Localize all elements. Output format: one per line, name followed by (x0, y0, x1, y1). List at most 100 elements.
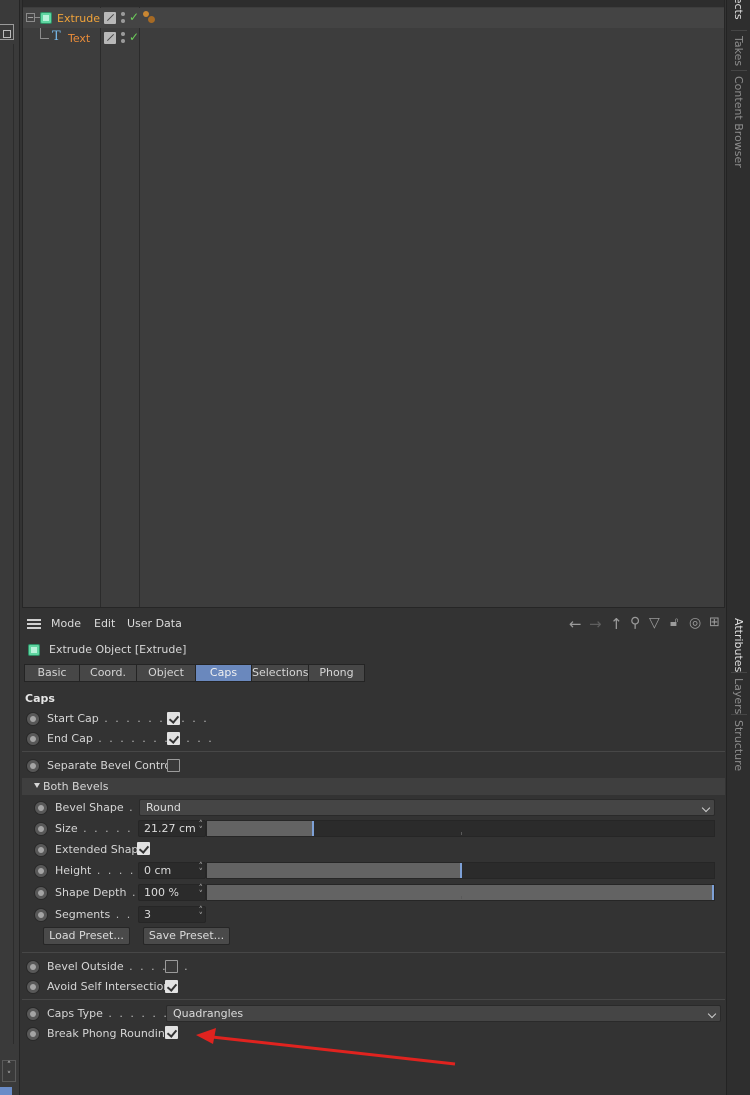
tab-structure[interactable]: Structure (732, 720, 745, 771)
animate-radio-icon[interactable] (26, 712, 40, 726)
end-cap-checkbox[interactable] (167, 732, 180, 745)
up-arrow-icon[interactable]: ↑ (610, 615, 623, 633)
break-phong-rounding-checkbox[interactable] (165, 1026, 178, 1039)
bevel-outside-text: Bevel Outside (47, 960, 124, 973)
menu-icon[interactable] (27, 619, 41, 629)
animate-radio-icon[interactable] (34, 864, 48, 878)
load-preset-button[interactable]: Load Preset... (43, 927, 130, 945)
extended-shape-checkbox[interactable] (137, 842, 150, 855)
back-arrow-icon[interactable]: ← (569, 615, 582, 633)
object-title-row: Extrude Object [Extrude] (22, 640, 725, 660)
animate-radio-icon[interactable] (34, 822, 48, 836)
filter-icon[interactable]: ▽ (649, 615, 660, 631)
animate-radio-icon[interactable] (26, 960, 40, 974)
object-manager[interactable]: − Extrude ✓ T Text ✓ (22, 0, 725, 608)
object-row-extrude[interactable]: − Extrude ✓ (23, 8, 724, 28)
segments-text: Segments (55, 908, 111, 921)
tab-basic[interactable]: Basic (24, 664, 79, 682)
expand-triangle-icon[interactable] (34, 783, 40, 788)
viewport-toggle-icon[interactable] (0, 24, 14, 40)
tab-coord[interactable]: Coord. (79, 664, 136, 682)
visibility-dots-icon[interactable] (121, 32, 129, 44)
tab-content-browser[interactable]: Content Browser (732, 76, 745, 168)
size-input[interactable]: 21.27 cm ˄ ˅ (138, 820, 206, 837)
bevel-shape-dropdown[interactable]: Round (139, 799, 715, 816)
height-slider[interactable] (206, 862, 715, 879)
collapse-toggle-icon[interactable]: − (26, 13, 35, 22)
tab-object[interactable]: Object (136, 664, 195, 682)
scroll-stepper-icon[interactable]: ˄ ˅ (2, 1060, 16, 1082)
start-cap-text: Start Cap (47, 712, 99, 725)
animate-radio-icon[interactable] (26, 980, 40, 994)
spinner-arrows-icon[interactable]: ˄ ˅ (199, 885, 204, 900)
menu-edit[interactable]: Edit (94, 617, 115, 630)
tab-takes[interactable]: Takes (732, 36, 745, 66)
visibility-dots-icon[interactable] (121, 12, 129, 24)
start-cap-checkbox[interactable] (167, 712, 180, 725)
tab-selections[interactable]: Selections (251, 664, 308, 682)
lock-icon[interactable]: 🔓︎ (670, 615, 678, 630)
menu-mode[interactable]: Mode (51, 617, 81, 630)
viewport-edge: ˄ ˅ (0, 0, 20, 1095)
save-preset-button[interactable]: Save Preset... (143, 927, 230, 945)
column-divider (100, 7, 101, 607)
caps-type-dropdown[interactable]: Quadrangles (166, 1005, 721, 1022)
tab-layers[interactable]: Layers (732, 678, 745, 714)
animate-radio-icon[interactable] (26, 1007, 40, 1021)
animate-radio-icon[interactable] (26, 759, 40, 773)
animate-radio-icon[interactable] (34, 843, 48, 857)
shape-depth-label: Shape Depth . . (55, 886, 148, 899)
height-input[interactable]: 0 cm ˄ ˅ (138, 862, 206, 879)
bevel-shape-text: Bevel Shape (55, 801, 124, 814)
section-title: Caps (25, 692, 55, 705)
editor-visibility-icon[interactable] (104, 32, 116, 44)
shape-depth-slider[interactable] (206, 884, 715, 901)
editor-visibility-icon[interactable] (104, 12, 116, 24)
tab-attributes[interactable]: Attributes (732, 618, 745, 672)
tab-objects[interactable]: Objects (732, 0, 745, 20)
tab-divider (731, 672, 747, 673)
animate-radio-icon[interactable] (34, 908, 48, 922)
shape-depth-input[interactable]: 100 % ˄ ˅ (138, 884, 206, 901)
extrude-object-icon (40, 12, 52, 24)
attribute-tabs: Basic Coord. Object Caps Selections Phon… (24, 664, 365, 682)
animate-radio-icon[interactable] (26, 732, 40, 746)
tab-caps[interactable]: Caps (195, 664, 251, 682)
slider-handle[interactable] (312, 821, 314, 836)
object-name-text[interactable]: Text (68, 32, 90, 45)
spinner-arrows-icon[interactable]: ˄ ˅ (199, 863, 204, 878)
segments-input[interactable]: 3 ˄ ˅ (138, 906, 206, 923)
enabled-check-icon[interactable]: ✓ (129, 30, 139, 44)
slider-handle[interactable] (460, 863, 462, 878)
search-icon[interactable]: ⚲ (630, 615, 640, 631)
phong-tag-icon[interactable] (142, 10, 158, 24)
size-slider[interactable] (206, 820, 715, 837)
separate-bevel-checkbox[interactable] (167, 759, 180, 772)
avoid-self-intersections-label: Avoid Self Intersections (47, 980, 176, 993)
object-name-extrude[interactable]: Extrude (57, 12, 100, 25)
dock-tab-strip: Objects Takes Content Browser Attributes… (726, 0, 750, 1095)
tab-divider (731, 70, 747, 71)
spinner-arrows-icon[interactable]: ˄ ˅ (199, 821, 204, 836)
forward-arrow-icon[interactable]: → (589, 615, 602, 633)
segments-value: 3 (144, 908, 151, 921)
new-window-icon[interactable]: ⊞ (709, 615, 720, 630)
spinner-arrows-icon[interactable]: ˄ ˅ (199, 907, 204, 922)
target-icon[interactable]: ◎ (689, 615, 701, 631)
object-row-text[interactable]: T Text ✓ (23, 28, 724, 48)
avoid-self-intersections-checkbox[interactable] (165, 980, 178, 993)
enabled-check-icon[interactable]: ✓ (129, 10, 139, 24)
menu-user-data[interactable]: User Data (127, 617, 182, 630)
animate-radio-icon[interactable] (26, 1027, 40, 1041)
slider-fill (207, 821, 313, 836)
slider-tick (461, 896, 462, 899)
caps-type-value: Quadrangles (173, 1007, 244, 1020)
slider-tick (461, 832, 462, 835)
tab-phong[interactable]: Phong (308, 664, 365, 682)
slider-handle[interactable] (712, 885, 714, 900)
bevel-outside-checkbox[interactable] (165, 960, 178, 973)
animate-radio-icon[interactable] (34, 886, 48, 900)
both-bevels-group-header[interactable]: Both Bevels (22, 778, 725, 795)
chevron-down-icon (701, 803, 711, 813)
animate-radio-icon[interactable] (34, 801, 48, 815)
